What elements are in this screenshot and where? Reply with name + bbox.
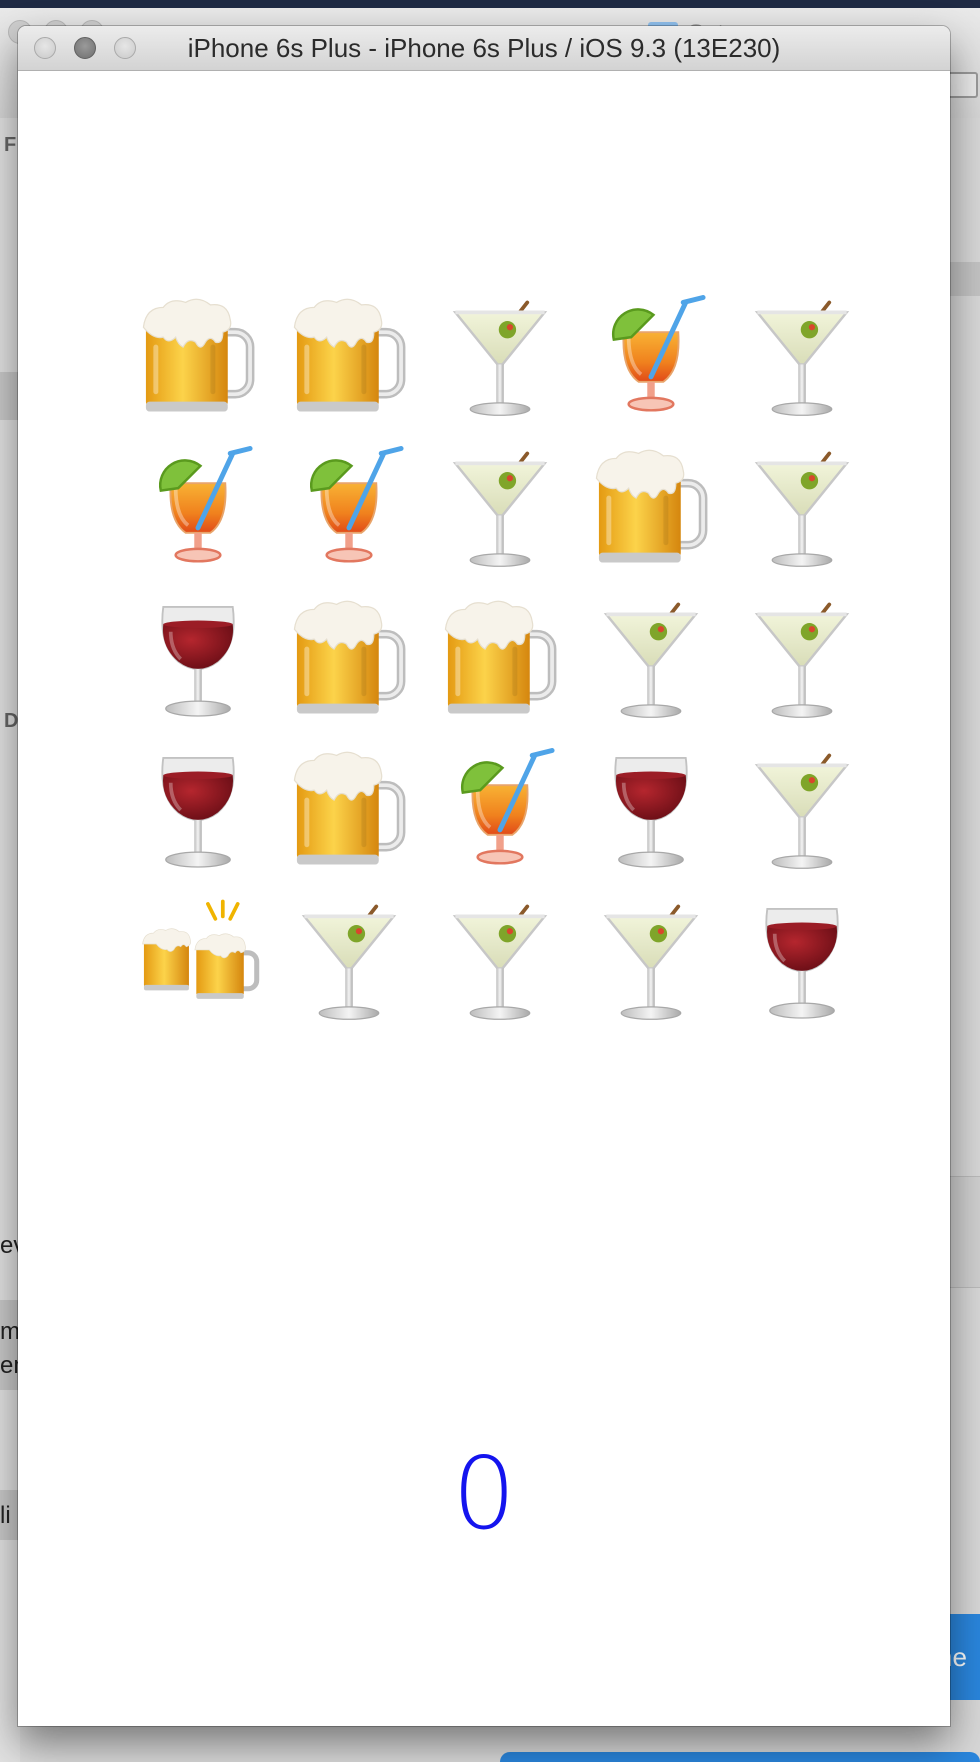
- cocktail-icon: [754, 602, 849, 719]
- grid-cell[interactable]: [273, 432, 424, 583]
- desktop-menubar-strip: [0, 0, 980, 8]
- grid-cell[interactable]: [726, 734, 877, 885]
- tropical-drink-icon: [136, 446, 260, 570]
- grid-cell[interactable]: [273, 734, 424, 885]
- background-sidebar-label: F: [4, 134, 17, 156]
- cocktail-icon: [603, 602, 698, 719]
- grid-cell[interactable]: [424, 734, 575, 885]
- beer-mug-icon: [287, 597, 411, 721]
- grid-cell[interactable]: [575, 734, 726, 885]
- grid-cell[interactable]: [575, 281, 726, 432]
- grid-cell[interactable]: [424, 281, 575, 432]
- background-sidebar-text: m: [0, 1318, 20, 1345]
- cocktail-icon: [754, 300, 849, 417]
- tropical-drink-icon: [438, 748, 562, 872]
- grid-cell[interactable]: [273, 885, 424, 1036]
- grid-cell[interactable]: [122, 583, 273, 734]
- device-screen: 0: [18, 71, 950, 1726]
- background-sidebar-text: li: [0, 1502, 11, 1529]
- cocktail-icon: [452, 904, 547, 1021]
- background-inspector-row: [950, 262, 980, 296]
- grid-cell[interactable]: [575, 885, 726, 1036]
- beer-mug-icon: [287, 295, 411, 419]
- grid-cell[interactable]: [122, 885, 273, 1036]
- cocktail-icon: [754, 753, 849, 870]
- background-sidebar-selection: [0, 372, 20, 420]
- beer-mug-icon: [136, 295, 260, 419]
- grid-cell[interactable]: [424, 583, 575, 734]
- score-label: 0: [452, 1435, 516, 1552]
- wine-glass-icon: [159, 755, 236, 869]
- wine-glass-icon: [159, 604, 236, 718]
- grid-cell[interactable]: [726, 885, 877, 1036]
- wine-glass-icon: [612, 755, 689, 869]
- grid-cell[interactable]: [122, 281, 273, 432]
- grid-cell[interactable]: [575, 583, 726, 734]
- grid-cell[interactable]: [575, 432, 726, 583]
- cocktail-icon: [754, 451, 849, 568]
- background-inspector-panel: [950, 1176, 980, 1288]
- drink-grid: [122, 281, 877, 1036]
- background-sidebar-text: ev: [0, 1232, 20, 1259]
- cocktail-icon: [452, 451, 547, 568]
- beer-mug-icon: [438, 597, 562, 721]
- cocktail-icon: [301, 904, 396, 1021]
- grid-cell[interactable]: [273, 281, 424, 432]
- grid-cell[interactable]: [122, 734, 273, 885]
- grid-cell[interactable]: [726, 583, 877, 734]
- simulator-titlebar[interactable]: iPhone 6s Plus - iPhone 6s Plus / iOS 9.…: [18, 26, 950, 71]
- grid-cell[interactable]: [122, 432, 273, 583]
- beer-mug-icon: [287, 748, 411, 872]
- background-inspector: [950, 118, 980, 1762]
- background-blue-bar: [500, 1752, 980, 1762]
- wine-glass-icon: [763, 906, 840, 1020]
- grid-cell[interactable]: [273, 583, 424, 734]
- simulator-window: iPhone 6s Plus - iPhone 6s Plus / iOS 9.…: [18, 26, 950, 1726]
- tropical-drink-icon: [589, 295, 713, 419]
- grid-cell[interactable]: [424, 885, 575, 1036]
- grid-cell[interactable]: [424, 432, 575, 583]
- window-title: iPhone 6s Plus - iPhone 6s Plus / iOS 9.…: [187, 33, 781, 63]
- background-sidebar-label: D: [4, 710, 19, 732]
- beer-mug-icon: [589, 446, 713, 570]
- background-sidebar-text: em: [0, 1352, 20, 1379]
- cocktail-icon: [452, 300, 547, 417]
- grid-cell[interactable]: [726, 281, 877, 432]
- cocktail-icon: [603, 904, 698, 1021]
- tropical-drink-icon: [287, 446, 411, 570]
- clinking-beer-mugs-icon: [136, 899, 260, 1023]
- grid-cell[interactable]: [726, 432, 877, 583]
